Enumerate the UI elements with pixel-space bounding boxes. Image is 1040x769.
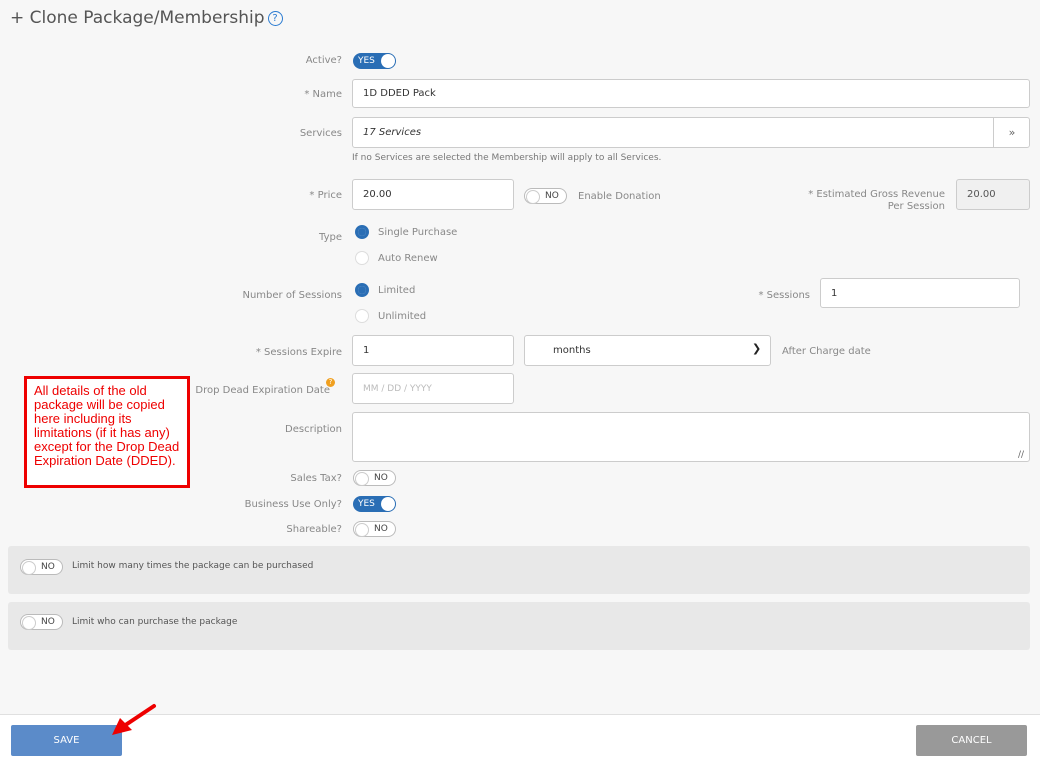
shareable-label: Shareable? [286,524,342,535]
toggle-knob [381,54,395,68]
name-input[interactable]: 1D DDED Pack [352,79,1030,108]
sessions-expire-label: * Sessions Expire [255,347,342,358]
toggle-knob [355,472,369,486]
type-label: Type [319,232,342,243]
help-icon[interactable]: ? [267,11,283,26]
description-textarea[interactable] [352,412,1030,462]
page-title: + Clone Package/Membership? [10,8,283,28]
business-use-toggle[interactable]: YES [353,496,396,512]
limit-who-toggle[interactable]: NO [20,614,63,630]
services-select[interactable]: 17 Services [352,117,1030,148]
active-label: Active? [305,55,342,66]
description-label: Description [285,424,342,435]
toggle-knob [22,616,36,630]
expire-unit-select[interactable]: months [524,335,771,366]
sales-tax-label: Sales Tax? [290,473,342,484]
radio-limited[interactable] [355,283,369,297]
name-label: * Name [304,89,342,100]
price-label: * Price [309,190,342,201]
donation-toggle[interactable]: NO [524,188,567,204]
toggle-knob [526,190,540,204]
auto-renew-label: Auto Renew [378,253,438,264]
limit-purchases-label: Limit how many times the package can be … [72,561,314,571]
annotation-arrow-icon [112,704,156,735]
sales-tax-toggle[interactable]: NO [353,470,396,486]
unlimited-label: Unlimited [378,311,427,322]
donation-label: Enable Donation [578,191,661,202]
gross-revenue-label: * Estimated Gross Revenue Per Session [808,189,945,212]
active-toggle[interactable]: YES [353,53,396,69]
business-use-label: Business Use Only? [244,499,342,510]
radio-auto-renew[interactable] [355,251,369,265]
sessions-input[interactable]: 1 [820,278,1020,308]
services-hint: If no Services are selected the Membersh… [352,153,662,163]
radio-unlimited[interactable] [355,309,369,323]
chevron-down-icon: ❯ [752,342,762,355]
gross-revenue-input: 20.00 [956,179,1030,210]
number-of-sessions-label: Number of Sessions [242,290,342,301]
single-purchase-label: Single Purchase [378,227,458,238]
resize-handle-icon[interactable]: ∕∕ [1018,450,1024,460]
toggle-knob [355,523,369,537]
limited-label: Limited [378,285,416,296]
sessions-expire-input[interactable]: 1 [352,335,514,366]
dded-label: Drop Dead Expiration Date [195,385,330,396]
limit-who-label: Limit who can purchase the package [72,617,238,627]
toggle-knob [22,561,36,575]
shareable-toggle[interactable]: NO [353,521,396,537]
cancel-button[interactable]: CANCEL [916,725,1027,756]
sessions-label: * Sessions [758,290,810,301]
dded-input[interactable]: MM / DD / YYYY [352,373,514,404]
annotation-note: All details of the old package will be c… [24,376,190,488]
limit-purchases-toggle[interactable]: NO [20,559,63,575]
radio-single-purchase[interactable] [355,225,369,239]
toggle-knob [381,497,395,511]
chevron-double-down-icon[interactable]: » [993,118,1030,147]
price-input[interactable]: 20.00 [352,179,514,210]
services-label: Services [299,128,342,139]
info-icon[interactable]: ? [326,378,335,387]
after-charge-label: After Charge date [782,346,871,357]
